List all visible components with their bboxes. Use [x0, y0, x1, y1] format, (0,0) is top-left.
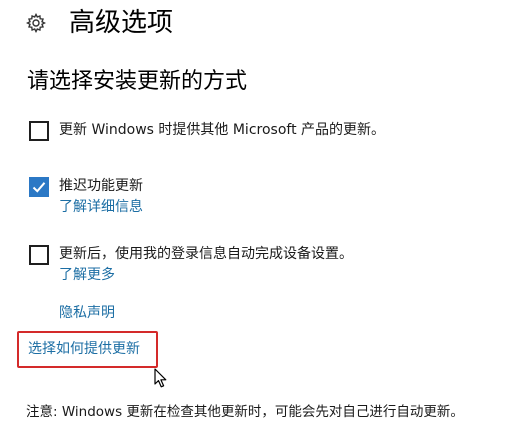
checkmark-icon: [32, 182, 46, 193]
mouse-cursor-icon: [154, 368, 168, 388]
page-title: 高级选项: [69, 8, 174, 38]
note-text: 注意: Windows 更新在检查其他更新时，可能会先对自己进行自动更新。: [26, 404, 464, 420]
advanced-options-page: 高级选项 请选择安装更新的方式 更新 Windows 时提供其他 Microso…: [0, 0, 510, 424]
checkbox-auto-finish-setup[interactable]: [29, 245, 49, 265]
learn-more-link[interactable]: 了解更多: [59, 265, 115, 285]
privacy-statement-link[interactable]: 隐私声明: [59, 303, 115, 323]
checkbox-defer-feature-updates[interactable]: [29, 177, 49, 197]
choose-update-delivery-link[interactable]: 选择如何提供更新: [28, 339, 140, 359]
option-label-auto-finish-setup: 更新后，使用我的登录信息自动完成设备设置。: [59, 246, 353, 262]
checkbox-other-microsoft-products[interactable]: [29, 121, 49, 141]
option-label-defer-feature-updates: 推迟功能更新: [59, 178, 143, 194]
learn-details-link[interactable]: 了解详细信息: [59, 197, 143, 217]
gear-icon: [25, 12, 47, 34]
option-label-other-microsoft-products: 更新 Windows 时提供其他 Microsoft 产品的更新。: [59, 122, 386, 138]
section-title: 请选择安装更新的方式: [27, 69, 248, 94]
